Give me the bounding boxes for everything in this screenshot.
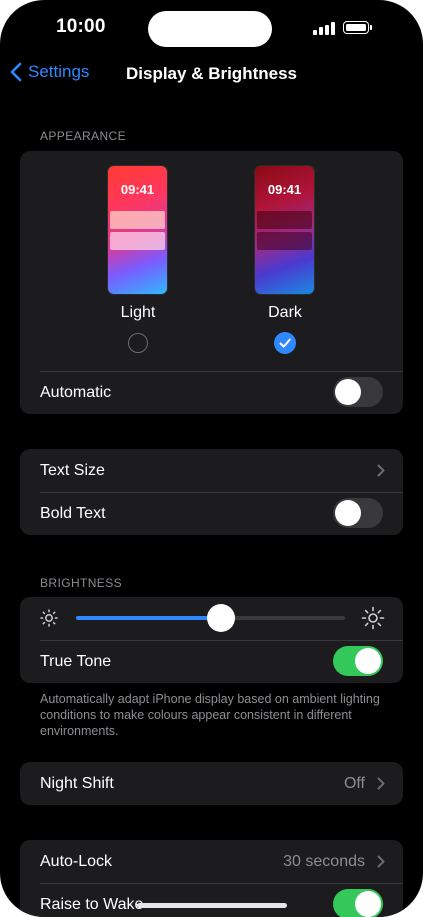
- automatic-label: Automatic: [40, 383, 112, 401]
- dark-preview[interactable]: 09:41: [255, 166, 314, 294]
- night-shift-group: Night Shift Off: [20, 762, 403, 805]
- toggle-knob: [335, 379, 361, 405]
- raise-to-wake-row: Raise to Wake: [20, 883, 403, 917]
- sun-small-icon: [40, 609, 58, 627]
- page-title: Display & Brightness: [126, 64, 297, 83]
- brightness-slider-fill: [76, 616, 222, 620]
- chevron-right-icon: [377, 855, 385, 868]
- night-shift-row[interactable]: Night Shift Off: [20, 762, 403, 805]
- dark-label: Dark: [268, 304, 302, 321]
- dark-radio[interactable]: [274, 332, 296, 354]
- brightness-slider-row: [20, 597, 403, 640]
- auto-lock-row[interactable]: Auto-Lock 30 seconds: [20, 840, 403, 883]
- text-group: Text Size Bold Text: [20, 449, 403, 535]
- chevron-right-icon: [377, 777, 385, 790]
- brightness-slider-thumb[interactable]: [207, 604, 236, 632]
- dark-preview-widget: [257, 211, 312, 229]
- true-tone-row: True Tone: [20, 640, 403, 683]
- bold-text-label: Bold Text: [40, 504, 106, 522]
- brightness-slider[interactable]: [76, 604, 345, 632]
- cellular-signal-icon: [313, 22, 335, 35]
- chevron-right-icon: [377, 464, 385, 477]
- status-time: 10:00: [56, 16, 106, 37]
- checkmark-icon: [279, 338, 291, 348]
- true-tone-toggle[interactable]: [333, 646, 383, 676]
- sun-large-icon: [361, 606, 385, 630]
- raise-to-wake-toggle[interactable]: [333, 889, 383, 917]
- true-tone-description: Automatically adapt iPhone display based…: [40, 692, 380, 738]
- true-tone-label: True Tone: [40, 652, 112, 670]
- auto-lock-label: Auto-Lock: [40, 852, 113, 870]
- light-preview-widget: [110, 211, 165, 229]
- battery-icon: [343, 21, 372, 34]
- raise-to-wake-label: Raise to Wake: [40, 895, 144, 913]
- home-indicator: [137, 903, 287, 908]
- appearance-group: 09:41 Light 09:41 Dark Automatic: [20, 151, 403, 414]
- appearance-header: APPEARANCE: [40, 129, 127, 143]
- auto-lock-value: 30 seconds: [283, 852, 365, 870]
- dark-preview-time: 09:41: [267, 182, 302, 197]
- toggle-knob: [355, 891, 381, 917]
- phone-screen: 10:00 Settings Display & Brightness APPE…: [0, 0, 423, 917]
- light-preview-widget: [110, 232, 165, 250]
- toggle-knob: [335, 500, 361, 526]
- text-size-row[interactable]: Text Size: [20, 449, 403, 492]
- light-preview-time: 09:41: [120, 182, 155, 197]
- automatic-row: Automatic: [20, 371, 403, 414]
- brightness-header: BRIGHTNESS: [40, 576, 123, 590]
- brightness-group: True Tone: [20, 597, 403, 683]
- automatic-toggle[interactable]: [333, 377, 383, 407]
- toggle-knob: [355, 648, 381, 674]
- bold-text-toggle[interactable]: [333, 498, 383, 528]
- dynamic-island: [148, 11, 272, 47]
- text-size-label: Text Size: [40, 461, 105, 479]
- night-shift-value: Off: [343, 774, 365, 792]
- light-label: Light: [120, 304, 156, 321]
- light-radio[interactable]: [128, 333, 148, 353]
- night-shift-label: Night Shift: [40, 774, 114, 792]
- bold-text-row: Bold Text: [20, 492, 403, 535]
- dark-preview-widget: [257, 232, 312, 250]
- light-preview[interactable]: 09:41: [108, 166, 167, 294]
